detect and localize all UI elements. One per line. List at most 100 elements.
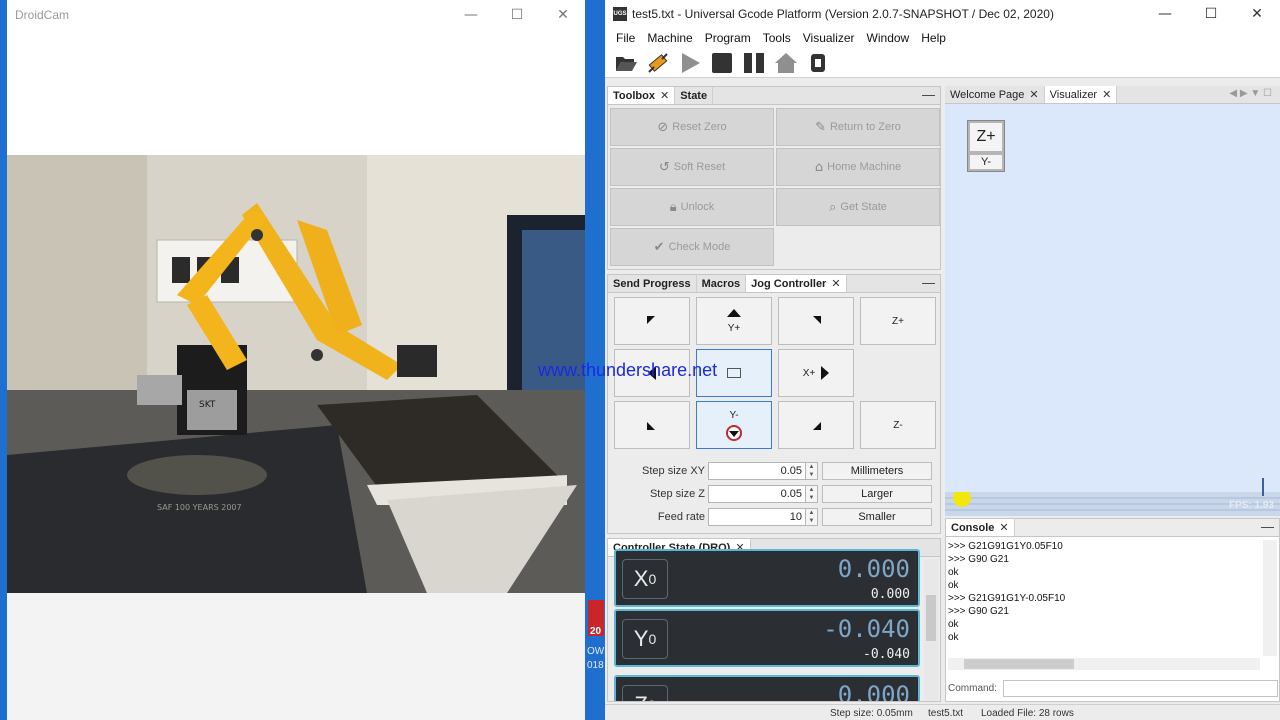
- console-scroll-thumb[interactable]: [964, 659, 1074, 669]
- visualizer-canvas[interactable]: Z+ Y- FPS: 1.93: [945, 104, 1280, 516]
- command-label: Command:: [948, 682, 997, 694]
- jog-x-plus-button[interactable]: X+: [778, 349, 854, 397]
- dro-x-row: X0 0.000 0.000: [614, 549, 920, 607]
- close-button[interactable]: ✕: [1234, 3, 1280, 25]
- soft-reset-button[interactable]: ↺ Soft Reset: [610, 148, 774, 186]
- home-icon[interactable]: [771, 50, 801, 76]
- toolbox-panel: Toolbox ✕ State — ⊘ Reset Zero ✎ Return to …: [607, 86, 941, 270]
- y-axis-label[interactable]: Y0: [622, 619, 668, 659]
- close-tab-icon[interactable]: ✕: [660, 89, 669, 102]
- step-xy-input[interactable]: 0.05: [708, 462, 806, 480]
- step-z-input[interactable]: 0.05: [708, 485, 806, 503]
- view-cube-top[interactable]: Z+: [970, 123, 1002, 151]
- step-xy-row: Step size XY 0.05 ▲ ▼ Millimeters: [608, 461, 932, 481]
- unlock-button[interactable]: 🔒︎ Unlock: [610, 188, 774, 226]
- tab-macros[interactable]: Macros: [697, 275, 747, 292]
- menu-tools[interactable]: Tools: [757, 28, 797, 48]
- check-mode-button[interactable]: ✔ Check Mode: [610, 228, 774, 266]
- step-z-spinner[interactable]: ▲ ▼: [806, 485, 818, 503]
- pause-icon[interactable]: [739, 50, 769, 76]
- lock-icon: 🔒︎: [669, 199, 677, 215]
- menu-window[interactable]: Window: [861, 28, 916, 48]
- feed-rate-spinner[interactable]: ▲ ▼: [806, 508, 818, 526]
- maximize-button[interactable]: ☐: [1188, 3, 1234, 25]
- jog-x-minus-y-plus-button[interactable]: [614, 297, 690, 345]
- console-panel: Console ✕ — >>> G21G91G1Y0.05F10 >>> G90 …: [945, 518, 1280, 702]
- main-toolbar: [605, 48, 1280, 78]
- droidcam-titlebar: DroidCam — ☐ ✕: [7, 0, 592, 30]
- feed-rate-row: Feed rate 10 ▲ ▼ Smaller: [608, 507, 932, 527]
- larger-button[interactable]: Larger: [822, 485, 932, 503]
- home-machine-button[interactable]: ⌂ Home Machine: [776, 148, 940, 186]
- play-icon[interactable]: [675, 50, 705, 76]
- step-z-label: Step size Z: [649, 488, 705, 500]
- close-tab-icon[interactable]: ✕: [1029, 88, 1038, 101]
- view-cube[interactable]: Z+ Y-: [967, 120, 1005, 172]
- camera-top-margin: [7, 30, 592, 155]
- x-machine-position: 0.000: [870, 587, 910, 602]
- tab-nav-icon[interactable]: ◀ ▶ ▼ ☐: [1229, 88, 1272, 99]
- maximize-button[interactable]: ☐: [494, 4, 540, 26]
- tab-jog-controller[interactable]: Jog Controller ✕: [746, 275, 847, 292]
- status-bar: Step size: 0.05mm test5.txt Loaded File:…: [605, 704, 1280, 720]
- arrow-up-right-icon: [813, 316, 821, 324]
- view-cube-front[interactable]: Y-: [970, 155, 1002, 169]
- soft-reset-icon: ↺: [658, 159, 670, 175]
- jog-x-plus-y-minus-button[interactable]: [778, 401, 854, 449]
- command-input[interactable]: [1002, 679, 1278, 697]
- stop-icon[interactable]: [707, 50, 737, 76]
- dro-scrollbar[interactable]: [924, 559, 938, 701]
- console-vscroll[interactable]: [1263, 540, 1277, 656]
- tab-welcome-page[interactable]: Welcome Page ✕: [945, 86, 1045, 103]
- menu-file[interactable]: File: [610, 28, 641, 48]
- jog-x-minus-y-minus-button[interactable]: [614, 401, 690, 449]
- tab-state[interactable]: State: [675, 87, 714, 104]
- minimize-panel-icon[interactable]: —: [922, 87, 935, 102]
- arrow-down-left-icon: [647, 422, 655, 430]
- minimize-button[interactable]: —: [448, 4, 494, 26]
- tab-send-progress[interactable]: Send Progress: [608, 275, 697, 292]
- close-tab-icon[interactable]: ✕: [999, 521, 1008, 534]
- dro-panel: Controller State (DRO) ✕ X0 0.000 0.000 Y…: [607, 538, 941, 702]
- tab-console[interactable]: Console ✕: [946, 519, 1015, 536]
- millimeters-button[interactable]: Millimeters: [822, 462, 932, 480]
- jog-x-plus-y-plus-button[interactable]: [778, 297, 854, 345]
- minimize-panel-icon[interactable]: —: [1261, 519, 1274, 534]
- jog-y-minus-button[interactable]: Y-: [696, 401, 772, 449]
- jog-y-plus-button[interactable]: Y+: [696, 297, 772, 345]
- close-button[interactable]: ✕: [540, 4, 586, 26]
- dro-scroll-thumb[interactable]: [926, 595, 936, 641]
- console-output[interactable]: >>> G21G91G1Y0.05F10 >>> G90 G21 ok ok >…: [948, 540, 1260, 656]
- smaller-button[interactable]: Smaller: [822, 508, 932, 526]
- disconnect-icon[interactable]: [803, 50, 833, 76]
- connect-icon[interactable]: [643, 50, 673, 76]
- axis-marker: [1262, 478, 1264, 496]
- tab-visualizer[interactable]: Visualizer ✕: [1044, 86, 1118, 103]
- arrow-up-icon: [727, 308, 741, 317]
- open-icon[interactable]: [611, 50, 641, 76]
- jog-z-minus-button[interactable]: Z-: [860, 401, 936, 449]
- menu-program[interactable]: Program: [699, 28, 757, 48]
- close-tab-icon[interactable]: ✕: [831, 277, 840, 290]
- minimize-button[interactable]: —: [1142, 3, 1188, 25]
- tab-toolbox[interactable]: Toolbox ✕: [608, 87, 676, 104]
- jog-z-plus-button[interactable]: Z+: [860, 297, 936, 345]
- x-axis-label[interactable]: X0: [622, 559, 668, 599]
- minimize-panel-icon[interactable]: —: [922, 275, 935, 290]
- menu-bar: File Machine Program Tools Visualizer Wi…: [605, 28, 1280, 48]
- editor-tabs: Welcome Page ✕ Visualizer ✕ ◀ ▶ ▼ ☐: [945, 86, 1280, 104]
- step-xy-spinner[interactable]: ▲ ▼: [806, 462, 818, 480]
- return-to-zero-button[interactable]: ✎ Return to Zero: [776, 108, 940, 146]
- z-axis-label[interactable]: Z0: [622, 685, 668, 701]
- close-tab-icon[interactable]: ✕: [1102, 88, 1111, 101]
- step-xy-label: Step size XY: [642, 465, 705, 477]
- menu-machine[interactable]: Machine: [641, 28, 698, 48]
- menu-visualizer[interactable]: Visualizer: [797, 28, 861, 48]
- status-loaded-file: Loaded File: 28 rows: [981, 708, 1074, 719]
- console-line: ok: [948, 632, 959, 643]
- reset-zero-button[interactable]: ⊘ Reset Zero: [610, 108, 774, 146]
- feed-rate-input[interactable]: 10: [708, 508, 806, 526]
- get-state-button[interactable]: ⌕ Get State: [776, 188, 940, 226]
- console-hscroll[interactable]: [948, 658, 1260, 670]
- menu-help[interactable]: Help: [915, 28, 952, 48]
